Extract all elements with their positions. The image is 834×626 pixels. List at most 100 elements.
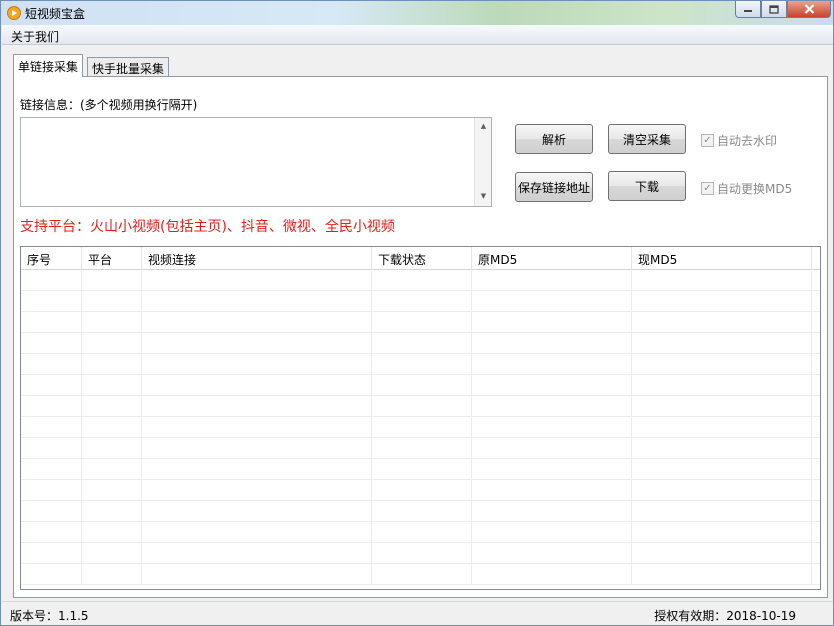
- table-row[interactable]: [21, 459, 820, 480]
- play-icon: [7, 6, 21, 20]
- auto-watermark-checkbox[interactable]: ✓ 自动去水印: [701, 132, 777, 149]
- table-cell: [142, 438, 372, 459]
- table-cell: [632, 291, 812, 312]
- column-header-index[interactable]: 序号: [21, 247, 82, 270]
- table-row[interactable]: [21, 354, 820, 375]
- scroll-down-icon[interactable]: ▼: [475, 192, 492, 200]
- clear-collection-button[interactable]: 清空采集: [608, 124, 686, 154]
- table-cell: [21, 417, 82, 438]
- table-cell: [21, 459, 82, 480]
- download-button[interactable]: 下载: [608, 171, 686, 201]
- table-row[interactable]: [21, 501, 820, 522]
- table-cell: [472, 333, 632, 354]
- table-cell: [472, 564, 632, 585]
- table-cell: [142, 543, 372, 564]
- table-cell: [142, 312, 372, 333]
- table-cell: [82, 459, 142, 480]
- table-cell: [372, 333, 472, 354]
- table-cell: [21, 312, 82, 333]
- license-expiry-label: 授权有效期：2018-10-19: [654, 609, 796, 623]
- menu-about[interactable]: 关于我们: [11, 28, 59, 45]
- table-cell: [372, 438, 472, 459]
- table-cell: [632, 501, 812, 522]
- auto-md5-label: 自动更换MD5: [717, 182, 793, 196]
- table-cell: [82, 480, 142, 501]
- table-row[interactable]: [21, 375, 820, 396]
- check-icon: ✓: [701, 134, 714, 147]
- table-cell: [142, 459, 372, 480]
- table-cell: [472, 543, 632, 564]
- column-header-download-status[interactable]: 下载状态: [372, 247, 472, 270]
- table-header: 序号 平台 视频连接 下载状态 原MD5 现MD5: [21, 247, 820, 270]
- table-cell: [82, 291, 142, 312]
- table-row[interactable]: [21, 438, 820, 459]
- save-links-button[interactable]: 保存链接地址: [515, 172, 593, 202]
- table-cell: [142, 564, 372, 585]
- table-cell: [142, 501, 372, 522]
- auto-watermark-label: 自动去水印: [717, 134, 778, 148]
- table-cell: [82, 417, 142, 438]
- scroll-up-icon[interactable]: ▲: [475, 122, 492, 130]
- table-cell: [82, 522, 142, 543]
- minimize-button[interactable]: [735, 1, 761, 18]
- table-row[interactable]: [21, 396, 820, 417]
- video-table[interactable]: 序号 平台 视频连接 下载状态 原MD5 现MD5: [20, 246, 821, 590]
- minimize-icon: [744, 10, 752, 12]
- table-cell: [21, 480, 82, 501]
- table-cell: [82, 375, 142, 396]
- table-row[interactable]: [21, 417, 820, 438]
- table-cell: [21, 354, 82, 375]
- table-cell: [472, 396, 632, 417]
- table-cell: [632, 396, 812, 417]
- table-cell: [82, 333, 142, 354]
- column-header-original-md5[interactable]: 原MD5: [472, 247, 632, 270]
- parse-button[interactable]: 解析: [515, 124, 593, 154]
- tab-kuaishou-batch[interactable]: 快手批量采集: [87, 57, 170, 77]
- table-row[interactable]: [21, 270, 820, 291]
- link-input[interactable]: ▲ ▼: [20, 117, 492, 207]
- table-row[interactable]: [21, 522, 820, 543]
- table-cell: [142, 396, 372, 417]
- table-cell: [142, 333, 372, 354]
- column-header-video-link[interactable]: 视频连接: [142, 247, 372, 270]
- table-row[interactable]: [21, 333, 820, 354]
- table-cell: [472, 270, 632, 291]
- table-cell: [21, 396, 82, 417]
- table-row[interactable]: [21, 312, 820, 333]
- table-cell: [372, 459, 472, 480]
- title-bar[interactable]: 短视频宝盒: [1, 1, 833, 25]
- table-cell: [142, 354, 372, 375]
- table-cell: [372, 270, 472, 291]
- table-row[interactable]: [21, 564, 820, 585]
- table-cell: [142, 522, 372, 543]
- table-cell: [472, 501, 632, 522]
- table-cell: [21, 375, 82, 396]
- maximize-icon: [769, 4, 779, 14]
- table-cell: [82, 396, 142, 417]
- table-cell: [632, 480, 812, 501]
- table-row[interactable]: [21, 480, 820, 501]
- maximize-button[interactable]: [761, 1, 787, 18]
- table-cell: [632, 564, 812, 585]
- table-cell: [472, 459, 632, 480]
- table-cell: [21, 438, 82, 459]
- table-cell: [142, 417, 372, 438]
- table-cell: [472, 522, 632, 543]
- table-cell: [632, 270, 812, 291]
- column-header-current-md5[interactable]: 现MD5: [632, 247, 812, 270]
- table-cell: [632, 312, 812, 333]
- table-row[interactable]: [21, 543, 820, 564]
- status-bar: 版本号：1.1.5 授权有效期：2018-10-19: [2, 601, 833, 625]
- table-cell: [632, 375, 812, 396]
- close-button[interactable]: [787, 1, 831, 18]
- column-header-platform[interactable]: 平台: [82, 247, 142, 270]
- auto-md5-checkbox[interactable]: ✓ 自动更换MD5: [701, 180, 792, 197]
- table-row[interactable]: [21, 291, 820, 312]
- textarea-scrollbar[interactable]: ▲ ▼: [474, 118, 491, 206]
- table-cell: [632, 522, 812, 543]
- table-cell: [632, 438, 812, 459]
- table-cell: [472, 291, 632, 312]
- table-cell: [21, 543, 82, 564]
- table-cell: [372, 375, 472, 396]
- tab-single-link[interactable]: 单链接采集: [13, 54, 84, 77]
